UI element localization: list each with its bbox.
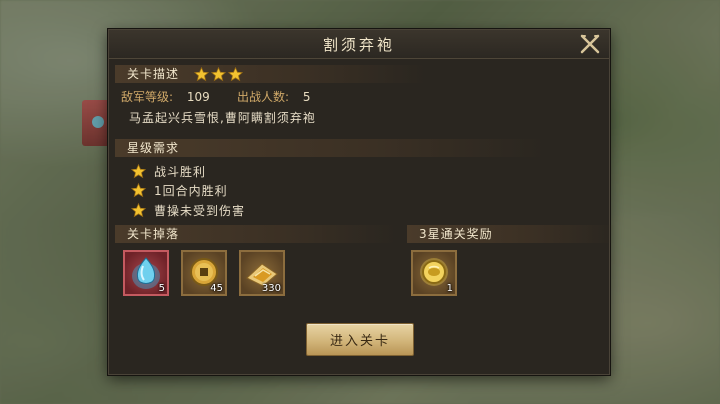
stage-info-dialog: 割须弃袍 关卡描述 敌军等级: 109 出战人数: 5 马孟起兴兵雪恨,曹阿瞒割…: [108, 29, 615, 375]
enter-stage-button[interactable]: 进入关卡: [306, 323, 414, 356]
dialog-title-bar: 割须弃袍: [109, 30, 609, 59]
star-icon: [131, 183, 146, 198]
star-icon: [131, 203, 146, 218]
clear-reward-header: 3星通关奖励: [407, 225, 615, 243]
troop-count-label: 出战人数:: [237, 90, 290, 104]
requirement-text: 1回合内胜利: [154, 184, 228, 198]
drop-item-slot[interactable]: 330: [239, 250, 285, 296]
requirement-item: 曹操未受到伤害: [131, 202, 245, 219]
requirement-text: 战斗胜利: [154, 165, 207, 179]
stage-info-header-label: 关卡描述: [127, 67, 180, 81]
troop-count-value: 5: [302, 90, 311, 104]
close-button[interactable]: [579, 34, 601, 54]
drop-item-slot[interactable]: 45: [181, 250, 227, 296]
requirement-item: 1回合内胜利: [131, 182, 228, 199]
requirement-text: 曹操未受到伤害: [154, 204, 246, 218]
star-icon: [227, 66, 243, 81]
star-icon: [193, 66, 209, 81]
reward-item-slot[interactable]: 1: [411, 250, 457, 296]
stage-description: 马孟起兴兵雪恨,曹阿瞒割须弃袍: [129, 111, 316, 125]
enemy-level: 敌军等级: 109: [121, 88, 210, 105]
enemy-level-value: 109: [186, 90, 210, 104]
drop-item-slot[interactable]: 5: [123, 250, 169, 296]
clear-reward-header-label: 3星通关奖励: [419, 227, 493, 241]
item-quantity: 5: [158, 283, 165, 294]
star-requirements-header: 星级需求: [115, 139, 547, 157]
item-quantity: 45: [210, 283, 223, 294]
stage-drops-header-label: 关卡掉落: [127, 227, 180, 241]
star-icon: [210, 66, 226, 81]
enemy-level-label: 敌军等级:: [121, 90, 174, 104]
close-icon: [580, 34, 600, 54]
star-requirements-header-label: 星级需求: [127, 141, 180, 155]
item-quantity: 330: [261, 283, 281, 294]
requirement-item: 战斗胜利: [131, 163, 206, 180]
star-icon: [131, 164, 146, 179]
stage-info-header: 关卡描述: [115, 65, 427, 83]
stage-star-rating: [193, 66, 245, 84]
item-quantity: 1: [446, 283, 453, 294]
dialog-title: 割须弃袍: [322, 35, 395, 54]
stage-drops-header: 关卡掉落: [115, 225, 397, 243]
troop-count: 出战人数: 5: [237, 88, 311, 105]
